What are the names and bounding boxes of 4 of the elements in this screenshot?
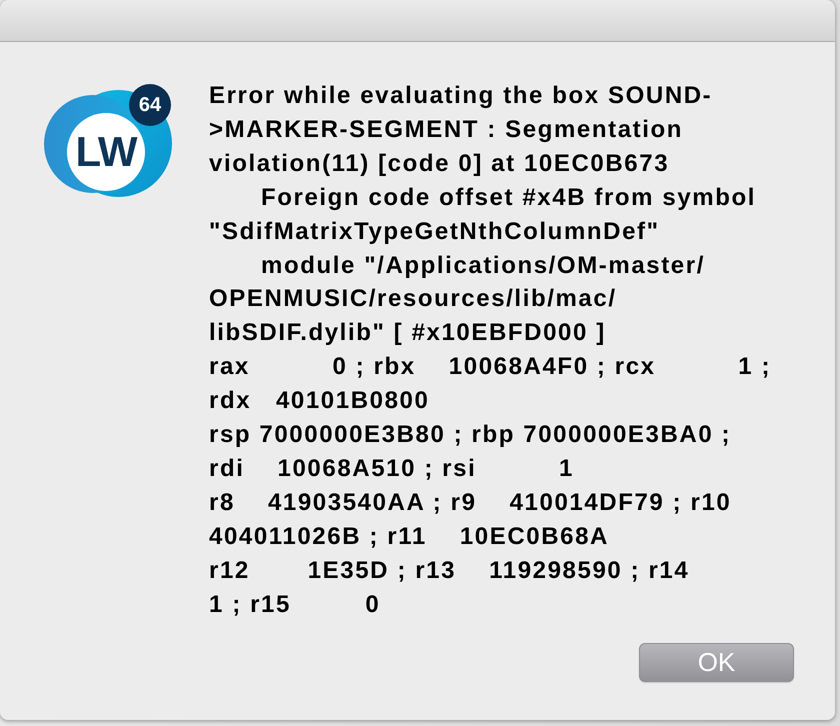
version-badge: 64 xyxy=(129,84,171,126)
ok-button[interactable]: OK xyxy=(639,642,794,682)
error-message: Error while evaluating the box SOUND- >MARKER-SEGMENT : Segmentation violation(11) [code 0] at 10EC0B673 Foreign code offset #x4B from symbol "SdifMatrixTypeGetNthColumnDef" module "/Applications/OM-master/ OPENMUSIC/resources/lib/mac/ libSDIF.dylib" [ #x10EBFD000 ] rax 0 ; rbx 10068A4F0 ; rcx 1 ; rdx 40101B0800 rsp 7000000E3B80 ; rbp 7000000E3BA0 ; rdi 10068A510 ; rsi 1 r8 41903540AA ; r9 410014DF79 ; r10 404011026B ; r11 10EC0B68A r12 1E35D ; r13 119298590 ; r14 1 ; r15 0 xyxy=(209,81,772,620)
logo-text: LW xyxy=(74,127,138,177)
